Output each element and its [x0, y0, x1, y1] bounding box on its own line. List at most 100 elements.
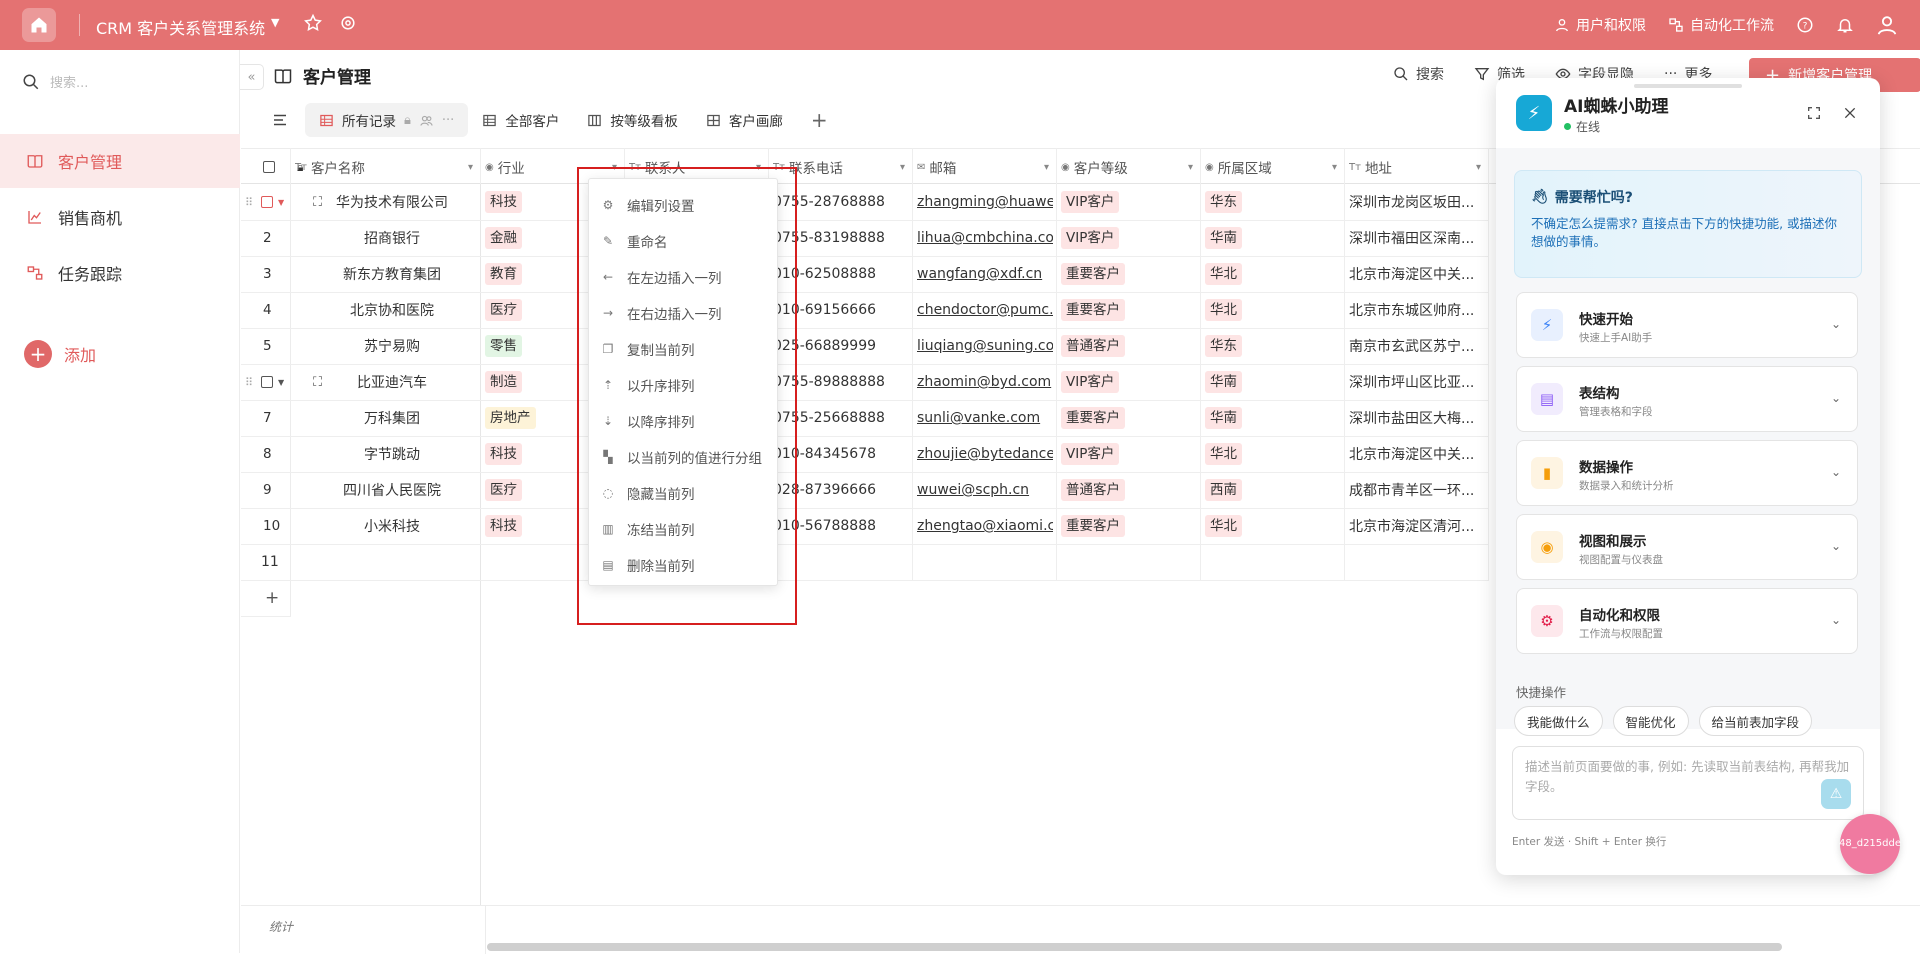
star-icon[interactable]	[303, 13, 323, 33]
chevron-down-icon[interactable]: ▾	[468, 162, 473, 173]
expand-icon[interactable]	[1806, 105, 1822, 121]
cell-name[interactable]: 字节跳动	[303, 436, 481, 472]
sidebar-item-tasks[interactable]: 任务跟踪	[0, 246, 240, 300]
column-header-level[interactable]: ◉ 客户等级 ▾	[1061, 149, 1197, 185]
chevron-down-icon[interactable]: ▾	[900, 162, 905, 173]
chevron-down-icon[interactable]: ⌄	[1831, 317, 1841, 331]
cell-region[interactable]: 华南	[1205, 400, 1341, 436]
cell-region[interactable]: 华北	[1205, 508, 1341, 544]
email-link[interactable]: zhaomin@byd.com	[917, 374, 1051, 390]
cell-region[interactable]: 西南	[1205, 472, 1341, 508]
column-header-region[interactable]: ◉ 所属区域 ▾	[1205, 149, 1341, 185]
cell-level[interactable]: 重要客户	[1061, 292, 1197, 328]
cell-level[interactable]: 重要客户	[1061, 508, 1197, 544]
views-menu-button[interactable]	[261, 103, 299, 137]
cell-name[interactable]: 招商银行	[303, 220, 481, 256]
email-link[interactable]: wangfang@xdf.cn	[917, 266, 1042, 282]
chevron-down-icon[interactable]: ▾	[1188, 162, 1193, 173]
users-permissions-link[interactable]: 用户和权限	[1554, 15, 1646, 35]
cell-name[interactable]: 华为技术有限公司	[303, 184, 481, 220]
chip-add-field[interactable]: 给当前表加字段	[1698, 706, 1813, 736]
cell-address[interactable]: 南京市玄武区苏宁...	[1349, 328, 1485, 364]
chevron-down-icon[interactable]: ⌄	[1831, 613, 1841, 627]
horizontal-scrollbar[interactable]	[487, 943, 1782, 951]
cell-address[interactable]: 北京市海淀区清河...	[1349, 508, 1485, 544]
cell-email[interactable]: zhengtao@xiaomi.c...	[917, 508, 1053, 544]
caret-down-icon[interactable]: ▼	[271, 16, 279, 29]
email-link[interactable]: chendoctor@pumc...	[917, 302, 1053, 318]
column-header-address[interactable]: Tт 地址 ▾	[1349, 149, 1485, 185]
ai-message-input[interactable]: 描述当前页面要做的事, 例如: 先读取当前表结构, 再帮我加字段。 ⚠︎	[1512, 746, 1864, 820]
cell-level[interactable]: 重要客户	[1061, 256, 1197, 292]
cell-address[interactable]: 北京市海淀区中关...	[1349, 436, 1485, 472]
tab-all-records[interactable]: 所有记录 🔒︎ ···	[305, 103, 469, 137]
row-checkbox[interactable]: ▼	[261, 184, 284, 220]
tab-all-customers[interactable]: 全部客户	[468, 103, 573, 137]
email-link[interactable]: wuwei@scph.cn	[917, 482, 1029, 498]
chevron-down-icon[interactable]: ▾	[1476, 162, 1481, 173]
accordion-2[interactable]: ▤ 表结构 管理表格和字段 ⌄	[1516, 366, 1858, 432]
cell-address[interactable]: 深圳市龙岗区坂田...	[1349, 184, 1485, 220]
cell-level[interactable]: 普通客户	[1061, 472, 1197, 508]
chevron-down-icon[interactable]: ▾	[1332, 162, 1337, 173]
accordion-5[interactable]: ⚙ 自动化和权限 工作流与权限配置 ⌄	[1516, 588, 1858, 654]
cell-name[interactable]: 新东方教育集团	[303, 256, 481, 292]
cell-name[interactable]: 万科集团	[303, 400, 481, 436]
tab-gallery[interactable]: 客户画廊	[692, 103, 797, 137]
email-link[interactable]: lihua@cmbchina.com	[917, 230, 1053, 246]
cell-region[interactable]: 华东	[1205, 184, 1341, 220]
user-avatar-float[interactable]: 48_d215dde	[1839, 814, 1901, 874]
caret-down-icon[interactable]: ▼	[278, 378, 284, 387]
cell-region[interactable]: 华南	[1205, 220, 1341, 256]
add-view-button[interactable]: +	[797, 103, 842, 137]
chevron-down-icon[interactable]: ▾	[1044, 162, 1049, 173]
lock-icon[interactable]: 🔒︎	[404, 113, 411, 128]
sidebar-item-opportunities[interactable]: 销售商机	[0, 190, 240, 244]
chip-smart-optimize[interactable]: 智能优化	[1612, 706, 1689, 736]
empty-row[interactable]: 11	[241, 544, 1489, 580]
cell-region[interactable]: 华南	[1205, 364, 1341, 400]
column-header-name[interactable]: Tт 客户名称 ▾	[295, 149, 477, 185]
row-checkbox[interactable]: ▼	[261, 364, 284, 400]
cell-email[interactable]: liuqiang@suning.com	[917, 328, 1053, 364]
cell-region[interactable]: 华北	[1205, 436, 1341, 472]
select-all-checkbox[interactable]	[263, 149, 275, 185]
cell-address[interactable]: 深圳市福田区深南...	[1349, 220, 1485, 256]
add-row-button[interactable]: +	[265, 580, 279, 616]
cell-name[interactable]: 小米科技	[303, 508, 481, 544]
chevron-down-icon[interactable]: ⌄	[1831, 465, 1841, 479]
add-table-button[interactable]: + 添加	[24, 340, 96, 368]
sidebar-search[interactable]: 搜索...	[22, 72, 88, 91]
cell-email[interactable]: zhangming@huawe...	[917, 184, 1053, 220]
sidebar-item-customers[interactable]: 客户管理	[0, 134, 240, 188]
search-button[interactable]: 搜索	[1393, 64, 1444, 84]
account-icon[interactable]	[1876, 14, 1898, 36]
cell-level[interactable]: 重要客户	[1061, 400, 1197, 436]
home-button[interactable]	[22, 8, 56, 42]
cell-region[interactable]: 华北	[1205, 256, 1341, 292]
bell-icon[interactable]	[1836, 16, 1854, 34]
cell-email[interactable]: chendoctor@pumc...	[917, 292, 1053, 328]
cell-name[interactable]: 苏宁易购	[303, 328, 481, 364]
cell-level[interactable]: VIP客户	[1061, 220, 1197, 256]
close-icon[interactable]	[1842, 105, 1858, 121]
cell-level[interactable]: VIP客户	[1061, 436, 1197, 472]
cell-email[interactable]: lihua@cmbchina.com	[917, 220, 1053, 256]
chip-what-can-you-do[interactable]: 我能做什么	[1514, 706, 1603, 736]
automation-link[interactable]: 自动化工作流	[1668, 15, 1774, 35]
search-input[interactable]: 搜索...	[50, 72, 88, 91]
cell-name[interactable]: 北京协和医院	[303, 292, 481, 328]
cell-level[interactable]: VIP客户	[1061, 364, 1197, 400]
cell-email[interactable]: zhoujie@bytedance,...	[917, 436, 1053, 472]
email-link[interactable]: zhangming@huawe...	[917, 194, 1053, 210]
chevron-down-icon[interactable]: ⌄	[1831, 539, 1841, 553]
ellipsis-icon[interactable]: ···	[442, 113, 454, 128]
cell-email[interactable]: zhaomin@byd.com	[917, 364, 1053, 400]
email-link[interactable]: zhoujie@bytedance,...	[917, 446, 1053, 462]
settings-icon[interactable]	[338, 13, 358, 33]
cell-address[interactable]: 北京市东城区帅府...	[1349, 292, 1485, 328]
statistics-label[interactable]: 统计	[269, 918, 293, 935]
chevron-down-icon[interactable]: ⌄	[1831, 391, 1841, 405]
cell-name[interactable]: 比亚迪汽车	[303, 364, 481, 400]
email-link[interactable]: zhengtao@xiaomi.c...	[917, 518, 1053, 534]
